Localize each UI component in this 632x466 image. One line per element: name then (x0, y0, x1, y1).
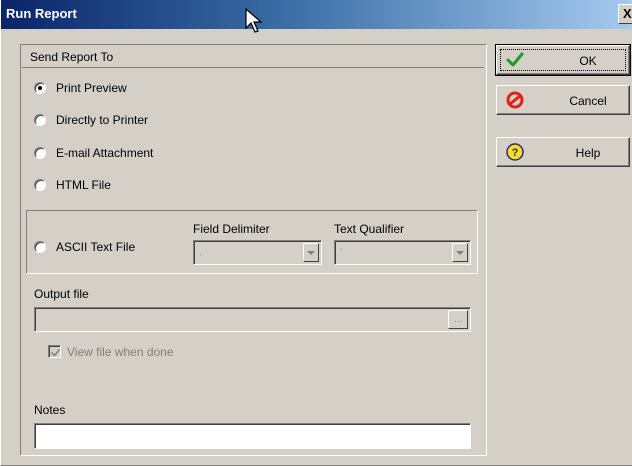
radio-label: E-mail Attachment (56, 146, 154, 160)
field-delimiter-label: Field Delimiter (193, 222, 270, 236)
close-button[interactable]: X (618, 4, 632, 24)
radio-selected-dot (38, 86, 42, 90)
checkmark-icon (50, 348, 61, 357)
run-report-dialog: Run Report X Send Report To Print Previe… (0, 0, 632, 466)
dialog-title: Run Report (6, 6, 77, 21)
radio-label: Directly to Printer (56, 113, 149, 127)
cancel-label: Cancel (569, 94, 607, 108)
text-qualifier-select[interactable]: ' (334, 240, 471, 265)
output-file-label: Output file (34, 287, 89, 301)
svg-text:?: ? (512, 147, 519, 159)
radio-button[interactable] (34, 147, 46, 159)
radio-button[interactable] (34, 82, 46, 94)
radio-label: HTML File (56, 178, 111, 192)
help-label: Help (575, 146, 601, 160)
section-title: Send Report To (30, 50, 114, 64)
text-qualifier-value: ' (340, 247, 342, 258)
notes-field[interactable] (34, 423, 471, 449)
ok-label: OK (579, 54, 597, 68)
radio-label: Print Preview (56, 81, 127, 95)
field-delimiter-select[interactable]: , (193, 240, 322, 265)
yellow-question-icon: ? (506, 143, 524, 161)
help-button[interactable]: ? Help (496, 137, 630, 167)
chevron-down-icon[interactable] (452, 243, 468, 262)
radio-button[interactable] (34, 241, 46, 253)
field-delimiter-value: , (199, 247, 202, 258)
browse-button[interactable]: ... (448, 310, 468, 329)
view-file-label: View file when done (67, 345, 174, 359)
cancel-button[interactable]: Cancel (496, 85, 630, 115)
mouse-pointer-icon (245, 8, 263, 33)
notes-label: Notes (34, 403, 66, 417)
red-no-entry-icon (506, 91, 524, 109)
output-file-field[interactable]: ... (34, 307, 471, 332)
radio-button[interactable] (34, 179, 46, 191)
view-file-checkbox[interactable] (48, 345, 61, 358)
text-qualifier-label: Text Qualifier (334, 222, 405, 236)
title-bar[interactable]: Run Report X (1, 0, 632, 29)
radio-label: ASCII Text File (56, 240, 136, 254)
section-header: Send Report To (22, 46, 484, 68)
green-checkmark-icon (506, 52, 524, 67)
chevron-down-icon[interactable] (303, 243, 319, 262)
radio-button[interactable] (34, 114, 46, 126)
ok-button[interactable]: OK (495, 44, 631, 76)
